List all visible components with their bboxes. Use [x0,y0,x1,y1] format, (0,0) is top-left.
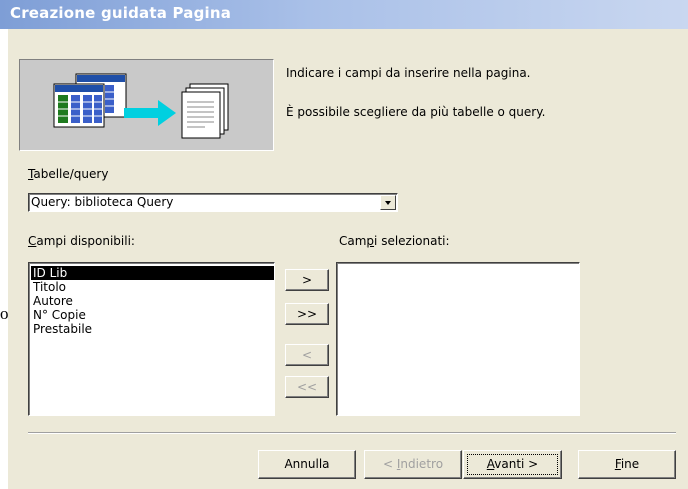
add-field-button[interactable]: > [285,269,329,291]
description-line-2: È possibile scegliere da più tabelle o q… [286,105,546,119]
combo-dropdown-button[interactable] [380,195,396,210]
title-bar[interactable]: Creazione guidata Pagina [0,0,688,29]
label-text: ampi disponibili: [36,234,135,248]
button-text: < [382,457,397,471]
next-button[interactable]: Avanti > [463,450,562,479]
remove-all-fields-button[interactable]: << [285,376,329,398]
background-document-text: o [0,304,9,323]
background-document [0,29,8,489]
available-fields-list[interactable]: ID Lib Titolo Autore N° Copie Prestabile [28,262,275,416]
chevron-down-icon [385,201,391,205]
remove-field-button[interactable]: < [285,344,329,366]
label-text: Cam [339,234,367,248]
wizard-illustration [19,59,274,151]
available-fields-label: Campi disponibili: [28,234,135,248]
tables-to-page-icon [53,73,229,139]
back-button[interactable]: < Indietro [364,450,462,479]
button-text: vanti > [494,457,539,471]
table-query-value: Query: biblioteca Query [31,195,174,209]
button-text: ine [620,457,640,471]
table-query-combo[interactable]: Query: biblioteca Query [28,193,398,212]
label-text: abelle/query [33,167,109,181]
button-text: ndietro [400,457,444,471]
list-item[interactable]: Titolo [31,280,66,294]
mnemonic: p [366,234,375,248]
footer-separator [28,432,676,434]
list-item[interactable]: ID Lib [31,266,274,280]
selected-fields-list[interactable] [336,262,580,416]
selected-fields-label: Campi selezionati: [339,234,450,248]
list-item[interactable]: N° Copie [31,308,86,322]
finish-button[interactable]: Fine [578,450,676,479]
list-item[interactable]: Prestabile [31,322,92,336]
label-text: i selezionati: [374,234,450,248]
table-query-label: Tabelle/query [28,167,108,181]
cancel-button[interactable]: Annulla [258,450,356,479]
list-item[interactable]: Autore [31,294,73,308]
window-title: Creazione guidata Pagina [10,4,232,22]
add-all-fields-button[interactable]: >> [285,303,329,325]
description-line-1: Indicare i campi da inserire nella pagin… [286,66,531,80]
